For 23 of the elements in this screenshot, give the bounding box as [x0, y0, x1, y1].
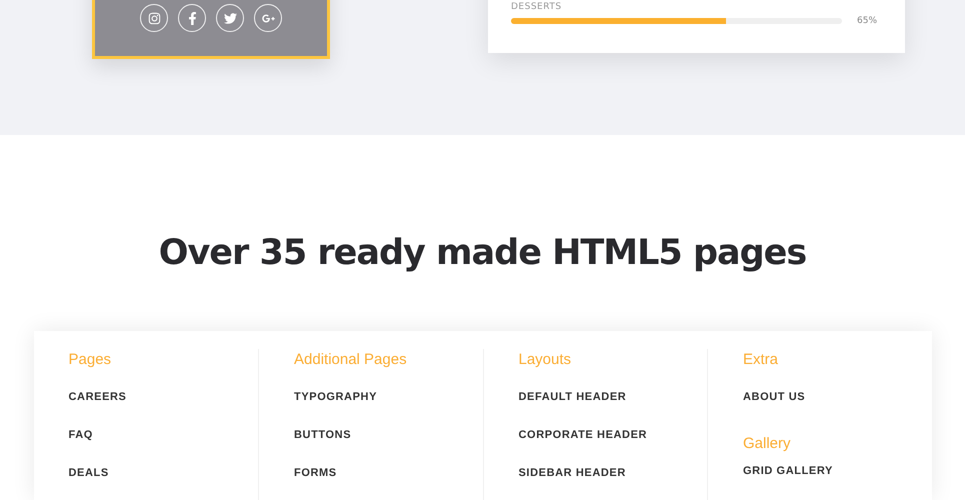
column-heading: Additional Pages — [294, 350, 408, 370]
facebook-icon[interactable] — [178, 4, 206, 32]
menu-link[interactable]: BUTTONS — [294, 427, 482, 443]
twitter-icon[interactable] — [216, 4, 244, 32]
menu-link[interactable]: GRID GALLERY — [743, 463, 932, 479]
column-heading: Gallery — [743, 434, 792, 454]
menu-link[interactable]: CAREERS — [68, 389, 258, 405]
menu-link[interactable]: TYPOGRAPHY — [294, 389, 482, 405]
column-heading: Extra — [743, 350, 780, 370]
menu-link[interactable]: DEALS — [68, 465, 258, 481]
menu-link[interactable]: DEFAULT HEADER — [518, 389, 707, 405]
progress-reading: 65% — [857, 16, 878, 26]
column-heading: Pages — [68, 350, 112, 370]
instagram-icon[interactable] — [140, 4, 168, 32]
menu-link[interactable]: ABOUT US — [743, 389, 932, 405]
menu-link[interactable]: SIDEBAR HEADER — [518, 465, 707, 481]
column-heading: Layouts — [518, 350, 572, 370]
menu-link[interactable]: FAQ — [68, 427, 258, 443]
google-plus-icon[interactable] — [254, 4, 282, 32]
menu-link[interactable]: FORMS — [294, 465, 482, 481]
section-title: Over 35 ready made HTML5 pages — [158, 233, 806, 273]
menu-link[interactable]: CORPORATE HEADER — [518, 427, 707, 443]
skill-label: DESSERTS — [511, 2, 563, 12]
